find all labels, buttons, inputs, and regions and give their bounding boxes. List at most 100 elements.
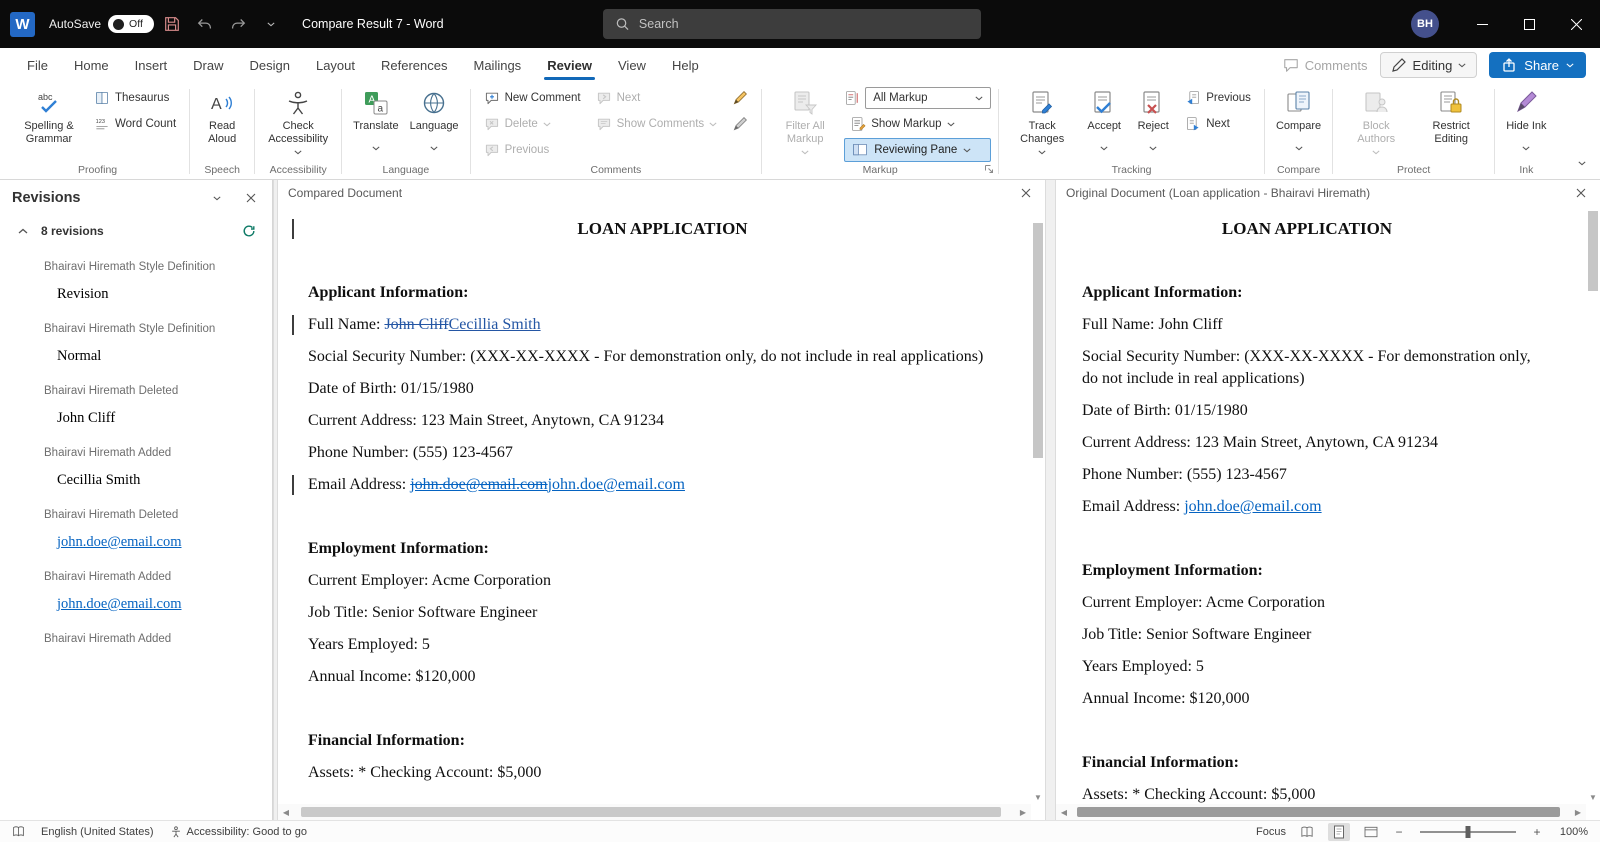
undo-button[interactable] <box>190 9 220 39</box>
original-vertical-scrollbar[interactable]: ▼ <box>1586 205 1600 804</box>
scroll-left-arrow[interactable]: ◀ <box>280 808 292 817</box>
markup-dialog-launcher[interactable] <box>982 162 996 176</box>
tab-view[interactable]: View <box>605 48 659 82</box>
revision-text-link[interactable]: john.doe@email.com <box>57 596 252 613</box>
scroll-down-arrow[interactable]: ▼ <box>1031 790 1045 804</box>
revision-text-link[interactable]: john.doe@email.com <box>57 534 252 551</box>
collapse-revisions-button[interactable] <box>14 222 32 240</box>
previous-comment-button[interactable]: Previous <box>478 138 587 162</box>
compare-button[interactable]: Compare <box>1272 86 1325 158</box>
revision-item[interactable]: Bhairavi Hiremath Addedjohn.doe@email.co… <box>44 568 252 613</box>
save-button[interactable] <box>157 9 187 39</box>
compared-pane-close-button[interactable] <box>1017 184 1035 202</box>
filter-all-markup-button[interactable]: Filter All Markup <box>769 86 841 157</box>
print-layout-button[interactable] <box>1328 823 1350 841</box>
ink-pen-button[interactable] <box>726 86 754 110</box>
read-aloud-button[interactable]: A Read Aloud <box>197 86 247 148</box>
zoom-out-button[interactable]: − <box>1392 825 1406 839</box>
redo-button[interactable] <box>223 9 253 39</box>
scroll-left-arrow[interactable]: ◀ <box>1058 808 1070 817</box>
compared-horizontal-scrollbar[interactable]: ◀ ▶ <box>278 804 1031 820</box>
zoom-slider-knob[interactable] <box>1466 826 1471 838</box>
delete-comment-button[interactable]: Delete <box>478 112 587 136</box>
block-authors-button[interactable]: Block Authors <box>1340 86 1412 157</box>
scrollbar-thumb[interactable] <box>1588 211 1598 291</box>
email-link[interactable]: john.doe@email.com <box>548 476 685 493</box>
revisions-pane-close-button[interactable] <box>242 189 260 207</box>
tab-file[interactable]: File <box>14 48 61 82</box>
maximize-button[interactable] <box>1506 0 1553 48</box>
scroll-down-arrow[interactable]: ▼ <box>1586 790 1600 804</box>
pane-divider[interactable] <box>1045 180 1056 820</box>
focus-mode-button[interactable]: Focus <box>1256 826 1286 838</box>
zoom-percentage[interactable]: 100% <box>1554 826 1588 838</box>
scrollbar-thumb[interactable] <box>1033 223 1043 458</box>
accessibility-status[interactable]: Accessibility: Good to go <box>170 826 307 838</box>
tab-mailings[interactable]: Mailings <box>461 48 535 82</box>
tab-design[interactable]: Design <box>237 48 303 82</box>
scroll-right-arrow[interactable]: ▶ <box>1572 808 1584 817</box>
revisions-pane-menu-button[interactable] <box>208 189 226 207</box>
tab-draw[interactable]: Draw <box>180 48 236 82</box>
revision-item[interactable]: Bhairavi Hiremath Style DefinitionRevisi… <box>44 258 252 303</box>
revision-item[interactable]: Bhairavi Hiremath Added <box>44 630 252 649</box>
quick-access-more-button[interactable] <box>256 9 286 39</box>
thesaurus-button[interactable]: Thesaurus <box>88 86 182 110</box>
ink-highlighter-button[interactable] <box>726 112 754 136</box>
original-pane-close-button[interactable] <box>1572 184 1590 202</box>
word-count-button[interactable]: 123 Word Count <box>88 112 182 136</box>
zoom-slider[interactable] <box>1420 831 1516 833</box>
refresh-revisions-button[interactable] <box>240 222 258 240</box>
collapse-ribbon-button[interactable] <box>1578 153 1586 171</box>
user-avatar[interactable]: BH <box>1411 10 1439 38</box>
spelling-grammar-button[interactable]: abc Spelling & Grammar <box>13 86 85 148</box>
revision-item[interactable]: Bhairavi Hiremath Deletedjohn.doe@email.… <box>44 506 252 551</box>
language-button[interactable]: Language <box>406 86 463 158</box>
check-accessibility-button[interactable]: Check Accessibility <box>262 86 334 157</box>
share-button[interactable]: Share <box>1489 52 1586 78</box>
tab-home[interactable]: Home <box>61 48 122 82</box>
tab-insert[interactable]: Insert <box>122 48 181 82</box>
compared-doc-area[interactable]: LOAN APPLICATIONApplicant Information:Fu… <box>278 205 1045 820</box>
revision-item[interactable]: Bhairavi Hiremath AddedCecillia Smith <box>44 444 252 489</box>
tab-help[interactable]: Help <box>659 48 712 82</box>
proofing-status-button[interactable] <box>12 825 25 838</box>
word-logo-icon[interactable]: W <box>10 12 35 37</box>
close-button[interactable] <box>1553 0 1600 48</box>
revision-item[interactable]: Bhairavi Hiremath DeletedJohn Cliff <box>44 382 252 427</box>
reviewing-pane-button[interactable]: Reviewing Pane <box>844 138 991 162</box>
search-input[interactable] <box>639 17 969 31</box>
accept-change-button[interactable]: Accept <box>1081 86 1127 158</box>
scrollbar-thumb[interactable] <box>1077 807 1560 817</box>
hide-ink-button[interactable]: Hide Ink <box>1502 86 1550 158</box>
next-change-button[interactable]: Next <box>1179 112 1257 136</box>
read-mode-button[interactable] <box>1296 823 1318 841</box>
email-link[interactable]: john.doe@email.com <box>1184 498 1321 515</box>
new-comment-button[interactable]: New Comment <box>478 86 587 110</box>
tab-layout[interactable]: Layout <box>303 48 368 82</box>
original-doc-area[interactable]: LOAN APPLICATIONApplicant Information:Fu… <box>1056 205 1600 820</box>
restrict-editing-button[interactable]: Restrict Editing <box>1415 86 1487 148</box>
editing-mode-dropdown[interactable]: Editing <box>1380 52 1478 78</box>
compared-vertical-scrollbar[interactable]: ▼ <box>1031 205 1045 804</box>
search-box[interactable] <box>603 9 981 39</box>
show-comments-button[interactable]: Show Comments <box>590 112 724 136</box>
tab-references[interactable]: References <box>368 48 460 82</box>
next-comment-button[interactable]: Next <box>590 86 724 110</box>
track-changes-button[interactable]: Track Changes <box>1006 86 1078 157</box>
autosave-toggle[interactable]: Off <box>108 15 154 33</box>
email-link[interactable]: john.doe@email.com <box>410 476 547 493</box>
reject-change-button[interactable]: Reject <box>1130 86 1176 158</box>
comments-toggle-button[interactable]: Comments <box>1283 57 1368 73</box>
previous-change-button[interactable]: Previous <box>1179 86 1257 110</box>
scrollbar-thumb[interactable] <box>301 807 1000 817</box>
original-horizontal-scrollbar[interactable]: ◀ ▶ <box>1056 804 1586 820</box>
markup-view-dropdown[interactable]: All Markup <box>865 87 991 109</box>
tab-review[interactable]: Review <box>534 48 605 82</box>
translate-button[interactable]: Aa Translate <box>349 86 402 158</box>
zoom-in-button[interactable]: + <box>1530 825 1544 839</box>
scroll-right-arrow[interactable]: ▶ <box>1017 808 1029 817</box>
minimize-button[interactable] <box>1459 0 1506 48</box>
revision-item[interactable]: Bhairavi Hiremath Style DefinitionNormal <box>44 320 252 365</box>
language-status[interactable]: English (United States) <box>41 826 154 838</box>
